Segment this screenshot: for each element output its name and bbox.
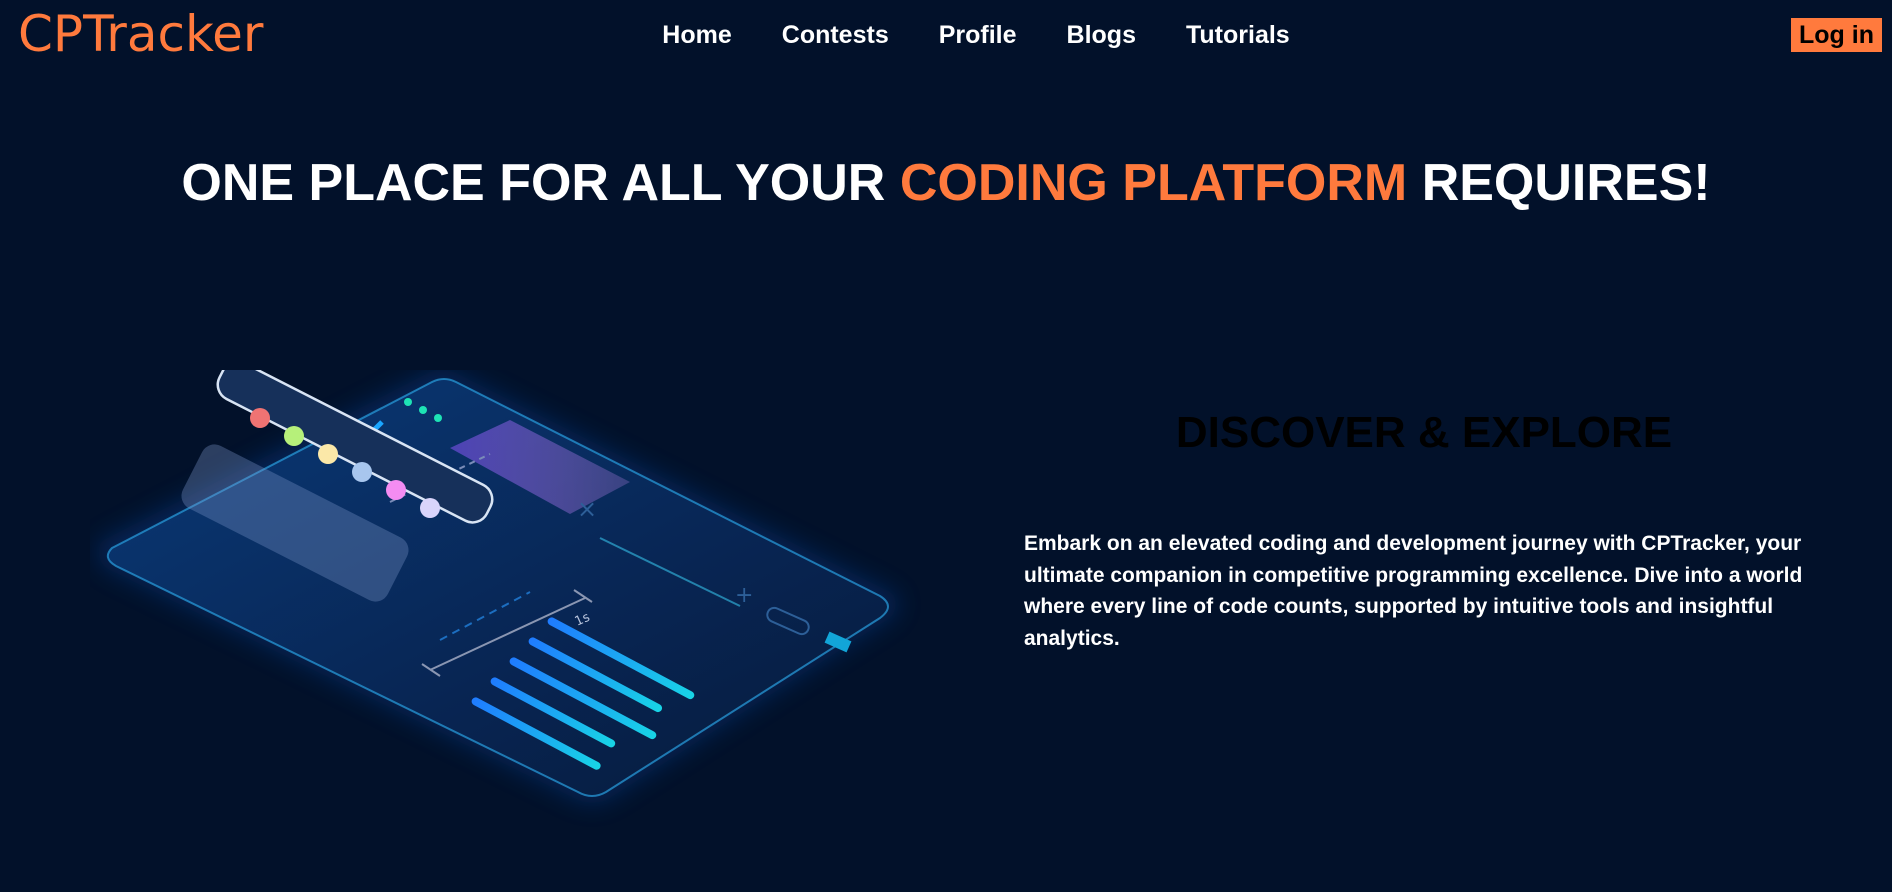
svg-text:×: × [577, 495, 597, 523]
nav-item-blogs[interactable]: Blogs [1042, 18, 1161, 52]
window-dot-2 [419, 406, 427, 414]
section-description: Embark on an elevated coding and develop… [1024, 532, 1803, 650]
nav-item-profile[interactable]: Profile [914, 18, 1042, 52]
main-nav: Home Contests Profile Blogs Tutorials [0, 18, 1892, 52]
hero-title-part1: ONE PLACE FOR ALL YOUR [181, 154, 900, 212]
login-button[interactable]: Log in [1791, 18, 1882, 52]
nav-item-home[interactable]: Home [637, 18, 756, 52]
window-dot-1 [404, 398, 412, 406]
palette-swatch-red [250, 408, 270, 428]
palette-swatch-lavender [420, 498, 440, 518]
palette-swatch-green [284, 426, 304, 446]
hero-title: ONE PLACE FOR ALL YOUR CODING PLATFORM R… [0, 150, 1892, 216]
palette-swatch-blue [352, 462, 372, 482]
palette-swatch-pink [386, 480, 406, 500]
dashboard-illustration: × + 1s [97, 370, 899, 804]
window-dot-3 [434, 414, 442, 422]
hero-title-part2: REQUIRES! [1407, 154, 1711, 212]
section-title: DISCOVER & EXPLORE [1175, 408, 1673, 457]
nav-item-tutorials[interactable]: Tutorials [1161, 18, 1315, 52]
nav-item-contests[interactable]: Contests [757, 18, 914, 52]
palette-swatch-yellow [318, 444, 338, 464]
hero-title-accent: CODING PLATFORM [899, 154, 1408, 212]
